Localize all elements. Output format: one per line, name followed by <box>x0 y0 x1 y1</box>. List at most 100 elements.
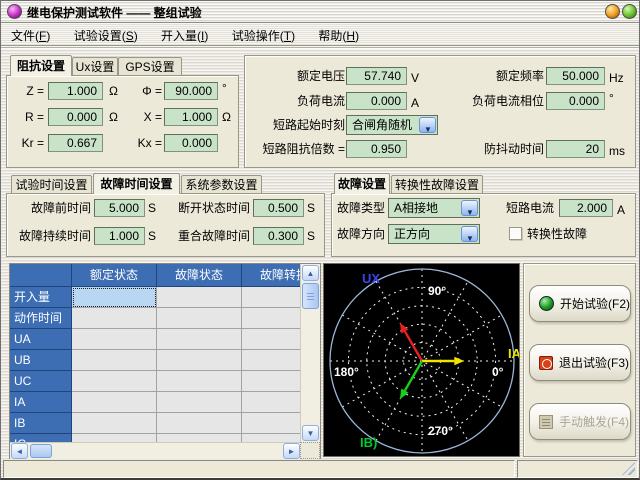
angle-270-label: 270° <box>428 424 453 438</box>
close-button-icon[interactable] <box>622 4 637 19</box>
chevron-down-icon[interactable] <box>461 200 478 216</box>
tab-fault-time[interactable]: 故障时间设置 <box>93 173 180 194</box>
status-bar-right <box>517 460 638 478</box>
phasor-svg: 90° 0° 180° 270° UX IA IB) <box>324 264 519 456</box>
table-row: IC <box>10 434 301 442</box>
menu-binary-input[interactable]: 开入量(I) <box>151 23 218 46</box>
vertical-scroll-thumb[interactable] <box>302 283 319 309</box>
fault-duration-label: 故障持续时间 <box>10 227 91 245</box>
kr-field[interactable]: 0.667 <box>48 134 103 152</box>
short-start-label: 短路起始时刻 <box>249 116 345 134</box>
chevron-down-icon[interactable] <box>461 226 478 242</box>
load-phase-unit: ° <box>609 89 614 107</box>
x-field[interactable]: 1.000 <box>164 108 218 126</box>
short-start-value: 合闸角随机 <box>352 118 412 132</box>
horizontal-scrollbar[interactable] <box>10 442 301 459</box>
prefault-time-unit: S <box>148 199 156 217</box>
chevron-down-icon[interactable] <box>419 117 436 133</box>
fault-type-value: A相接地 <box>394 201 438 215</box>
exit-test-button[interactable]: 退出试验(F3) <box>529 344 631 381</box>
tab-gps-settings[interactable]: GPS设置 <box>118 57 182 75</box>
load-current-field[interactable]: 0.000 <box>346 92 407 110</box>
header-fault-state: 故障状态 <box>157 264 242 287</box>
prefault-time-field[interactable]: 5.000 <box>94 199 145 217</box>
tab-fault-settings[interactable]: 故障设置 <box>334 173 390 194</box>
start-test-button[interactable]: 开始试验(F2) <box>529 285 631 322</box>
tab-impedance-settings[interactable]: 阻抗设置 <box>10 55 72 76</box>
reclose-fault-time-label: 重合故障时间 <box>164 227 250 245</box>
scrollbar-corner <box>300 442 320 459</box>
short-current-unit: A <box>617 201 625 219</box>
short-current-field[interactable]: 2.000 <box>559 199 613 217</box>
tab-convert-fault-settings[interactable]: 转换性故障设置 <box>391 175 483 193</box>
kx-field[interactable]: 0.000 <box>164 134 218 152</box>
horizontal-scroll-thumb[interactable] <box>30 444 52 458</box>
selected-cell[interactable] <box>72 287 157 308</box>
load-current-label: 负荷电流 <box>249 92 345 110</box>
stop-icon <box>539 356 553 370</box>
kr-label: Kr = <box>8 134 44 152</box>
convert-fault-checkbox[interactable] <box>509 227 522 240</box>
r-field[interactable]: 0.000 <box>48 108 103 126</box>
result-table: 额定状态 故障状态 故障转换 开入量 动作时间 UA UB <box>9 263 321 459</box>
impedance-multiple-label: 短路阻抗倍数 = <box>249 140 345 158</box>
open-state-time-field[interactable]: 0.500 <box>253 199 304 217</box>
x-label: X = <box>126 108 162 126</box>
load-phase-field[interactable]: 0.000 <box>546 92 605 110</box>
resize-grip[interactable] <box>622 462 635 475</box>
scroll-right-icon[interactable] <box>283 443 300 459</box>
table-row: IA <box>10 392 301 413</box>
prefault-time-label: 故障前时间 <box>10 199 91 217</box>
debounce-label: 防抖动时间 <box>415 140 544 158</box>
rated-frequency-unit: Hz <box>609 69 624 87</box>
fault-duration-unit: S <box>148 227 156 245</box>
rated-frequency-field[interactable]: 50.000 <box>546 67 605 85</box>
table-row: UC <box>10 371 301 392</box>
table-row: UB <box>10 350 301 371</box>
menu-bar: 文件(F) 试验设置(S) 开入量(I) 试验操作(T) 帮助(H) <box>1 23 639 46</box>
rated-voltage-label: 额定电压 <box>249 67 345 85</box>
menu-test-settings[interactable]: 试验设置(S) <box>64 23 148 46</box>
tab-system-params[interactable]: 系统参数设置 <box>181 175 262 193</box>
reclose-fault-time-field[interactable]: 0.300 <box>253 227 304 245</box>
manual-trigger-icon <box>539 415 553 429</box>
debounce-field[interactable]: 20 <box>546 140 605 158</box>
scroll-up-icon[interactable] <box>302 265 319 281</box>
app-icon <box>7 4 22 19</box>
scroll-left-icon[interactable] <box>11 443 28 459</box>
toolbar-separator <box>1 47 639 49</box>
angle-180-label: 180° <box>334 365 359 379</box>
title-bar: 继电保护测试软件 —— 整组试验 <box>1 1 639 23</box>
menu-file[interactable]: 文件(F) <box>1 23 60 46</box>
fault-time-panel: 试验时间设置 故障时间设置 系统参数设置 故障前时间 5.000 S 断开状态时… <box>6 173 325 257</box>
phi-unit: ° <box>222 79 227 97</box>
table-row: IB <box>10 413 301 434</box>
start-icon <box>539 296 554 311</box>
z-label: Z = <box>8 82 44 100</box>
angle-0-label: 0° <box>492 365 504 379</box>
rated-voltage-field[interactable]: 57.740 <box>346 67 407 85</box>
minimize-button-icon[interactable] <box>605 4 620 19</box>
fault-direction-dropdown[interactable]: 正方向 <box>388 224 480 244</box>
z-field[interactable]: 1.000 <box>48 82 103 100</box>
phi-label: Φ = <box>126 82 162 100</box>
manual-trigger-button[interactable]: 手动触发(F4) <box>529 403 631 440</box>
tab-test-time[interactable]: 试验时间设置 <box>11 175 92 193</box>
fault-type-label: 故障类型 <box>337 199 385 217</box>
fault-settings-panel: 故障设置 转换性故障设置 故障类型 A相接地 短路电流 2.000 A 故障方向… <box>331 173 636 257</box>
table-header-row: 额定状态 故障状态 故障转换 <box>10 264 301 287</box>
phasor-diagram: 90° 0° 180° 270° UX IA IB) <box>323 263 520 457</box>
header-corner <box>10 264 72 287</box>
menu-test-operation[interactable]: 试验操作(T) <box>222 23 305 46</box>
fault-duration-field[interactable]: 1.000 <box>94 227 145 245</box>
vertical-scrollbar[interactable] <box>300 264 320 442</box>
menu-help[interactable]: 帮助(H) <box>308 23 369 46</box>
result-grid: 额定状态 故障状态 故障转换 开入量 动作时间 UA UB <box>10 264 301 442</box>
short-start-dropdown[interactable]: 合闸角随机 <box>346 115 438 135</box>
tab-ux-settings[interactable]: Ux设置 <box>72 57 118 75</box>
phi-field[interactable]: 90.000 <box>164 82 218 100</box>
scroll-down-icon[interactable] <box>302 425 319 441</box>
ia-axis-label: IA <box>508 346 519 361</box>
impedance-multiple-field[interactable]: 0.950 <box>346 140 407 158</box>
fault-type-dropdown[interactable]: A相接地 <box>388 198 480 218</box>
